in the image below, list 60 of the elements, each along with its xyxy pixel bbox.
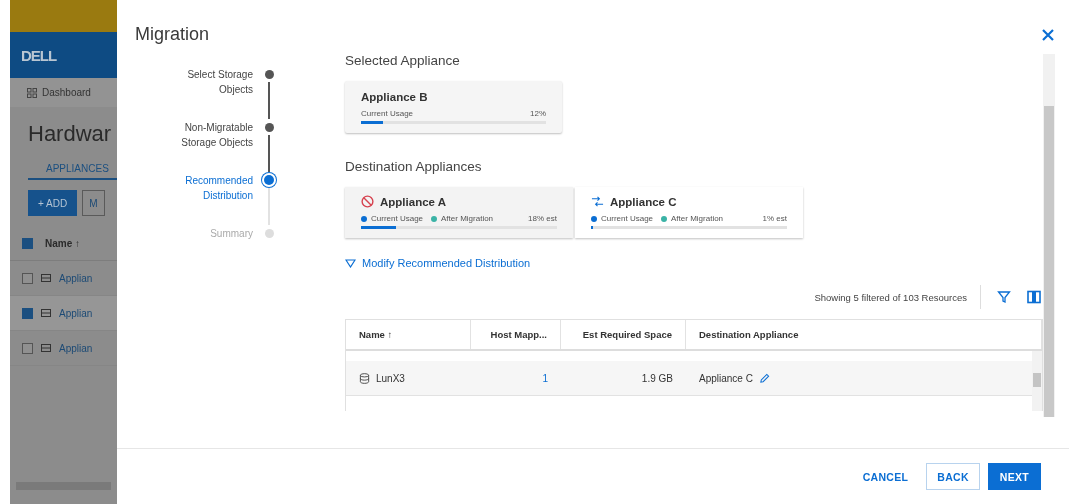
appliance-link[interactable]: Applian — [59, 342, 93, 354]
appliance-card[interactable]: Appliance A Current Usage After Migration 18% est — [345, 187, 573, 238]
usage-reading: 18% est — [528, 214, 557, 223]
pencil-icon[interactable] — [758, 372, 770, 384]
legend-label: After Migration — [671, 214, 724, 223]
columns-icon[interactable] — [1027, 290, 1041, 304]
section-heading: Selected Appliance — [345, 53, 461, 68]
add-button[interactable]: + ADD — [28, 190, 78, 216]
checkbox[interactable] — [22, 237, 33, 249]
appliance-name: Appliance B — [361, 91, 428, 103]
appliance-icon — [41, 273, 51, 283]
legend-label: Current Usage — [601, 214, 654, 223]
column-header[interactable]: Name ↑ — [45, 237, 80, 249]
step-label: Summary — [209, 227, 253, 241]
database-icon — [359, 372, 370, 384]
checkbox[interactable] — [22, 342, 33, 354]
appliance-link[interactable]: Applian — [59, 307, 93, 319]
scrollbar[interactable] — [1032, 351, 1042, 411]
section-heading: Destination Appliances — [345, 159, 483, 174]
close-icon[interactable] — [1041, 27, 1055, 42]
table-cell: Appliance C — [686, 361, 1032, 395]
cancel-button[interactable]: CANCEL — [852, 463, 919, 490]
column-header[interactable]: Name ↑ — [346, 320, 471, 349]
appliance-icon — [41, 308, 51, 318]
usage-label: Current Usage — [361, 109, 414, 118]
next-button[interactable]: NEXT — [987, 463, 1041, 490]
column-header[interactable]: Destination Appliance — [686, 320, 1042, 349]
appliance-link[interactable]: Applian — [59, 272, 93, 284]
back-button[interactable]: BACK — [926, 463, 980, 490]
appliance-card[interactable]: Appliance C Current Usage After Migration 1% est — [575, 187, 803, 238]
prohibited-icon — [361, 195, 374, 208]
appliance-name: Appliance A — [380, 195, 447, 208]
appliance-name: Appliance C — [610, 195, 677, 208]
checkbox[interactable] — [22, 272, 33, 284]
scrollbar[interactable] — [1043, 54, 1055, 417]
usage-reading: 12% — [530, 109, 546, 118]
step-label: Select Storage Objects — [186, 68, 253, 97]
host-mappings-link[interactable]: 1 — [471, 361, 561, 395]
nav-item[interactable]: Dashboard — [10, 78, 117, 107]
table-cell-text: 1.9 GB — [640, 371, 674, 386]
usage-reading: 1% est — [762, 214, 787, 223]
page-title: Hardwar — [28, 121, 113, 147]
toolbar-button[interactable]: M — [82, 190, 105, 216]
filter-icon[interactable] — [997, 290, 1011, 304]
step-label: Recommended Distribution — [184, 174, 253, 203]
column-header[interactable]: Est Required Space — [561, 320, 686, 349]
checkbox[interactable] — [22, 307, 33, 319]
dialog-title: Migration — [135, 24, 210, 45]
expand-link[interactable]: Modify Recommended Distribution — [345, 257, 531, 269]
grid-icon — [27, 87, 37, 98]
legend-label: Current Usage — [371, 214, 424, 223]
table-cell: LunX3 — [346, 361, 471, 395]
triangle-caret-icon — [345, 258, 356, 268]
step-label: Non-Migratable Storage Objects — [180, 121, 253, 150]
logo: DELL — [21, 46, 57, 64]
transfer-arrows-icon — [591, 195, 604, 208]
appliance-icon — [41, 343, 51, 353]
legend-label: After Migration — [441, 214, 494, 223]
results-count: Showing 5 filtered of 103 Resources — [814, 285, 981, 309]
column-header[interactable]: Host Mapp... — [471, 320, 561, 349]
